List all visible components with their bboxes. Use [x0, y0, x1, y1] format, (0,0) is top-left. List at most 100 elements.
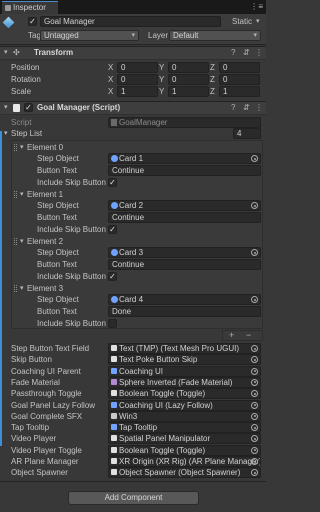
reference-field-value[interactable]: Sphere Inverted (Fade Material)	[108, 376, 261, 388]
step-object-field[interactable]: Card 2	[108, 200, 261, 211]
include-skip-checkbox[interactable]: ✓	[108, 178, 117, 187]
drag-handle-icon[interactable]	[14, 238, 17, 245]
kebab-menu-icon[interactable]: ⋮ ≡	[250, 2, 263, 11]
element-label: Element 1	[27, 190, 64, 199]
scale-z-field[interactable]: 1	[219, 86, 260, 97]
rotation-x-field[interactable]: 0	[117, 74, 158, 85]
step-object-field[interactable]: Card 1	[108, 153, 261, 164]
reference-field-value[interactable]: Coaching UI (Lazy Follow)	[108, 399, 261, 411]
script-foldout-icon[interactable]: ▾	[4, 102, 8, 113]
reference-field-value[interactable]: Tap Tooltip	[108, 422, 261, 434]
help-icon[interactable]: ?	[231, 47, 235, 58]
element-foldout-icon[interactable]: ▾	[20, 283, 24, 294]
audio-icon	[111, 412, 117, 419]
button-text-field[interactable]: Continue	[108, 165, 261, 176]
script-help-icon[interactable]: ?	[231, 102, 235, 113]
add-component-button[interactable]: Add Component	[68, 491, 199, 505]
step-list-label: Step List	[11, 129, 43, 138]
button-text-field[interactable]: Continue	[108, 259, 261, 270]
step-object-field[interactable]: Card 3	[108, 247, 261, 258]
tag-dropdown[interactable]: Untagged	[40, 30, 139, 41]
position-y-field[interactable]: 0	[168, 62, 209, 73]
inspector-icon	[5, 5, 11, 11]
reference-field-value[interactable]: Text (TMP) (Text Mesh Pro UGUI)	[108, 343, 261, 354]
object-picker-icon[interactable]	[251, 378, 258, 386]
reference-field-label: Object Spawner	[11, 468, 68, 478]
include-skip-label: Include Skip Button	[37, 272, 106, 281]
tab-inspector[interactable]: Inspector	[2, 1, 58, 14]
include-skip-label: Include Skip Button	[37, 178, 106, 187]
step-list-size-field[interactable]: 4	[233, 128, 261, 139]
step-object-label: Step Object	[37, 295, 79, 304]
object-picker-icon[interactable]	[251, 458, 258, 465]
script-preset-icon[interactable]: ⇵	[243, 102, 250, 113]
script-enabled-checkbox[interactable]: ✓	[24, 103, 33, 112]
object-picker-icon[interactable]	[251, 296, 258, 303]
position-x-field[interactable]: 0	[117, 62, 158, 73]
list-remove-button[interactable]: −	[246, 330, 251, 341]
rotation-y-field[interactable]: 0	[168, 74, 209, 85]
reference-field-value[interactable]: Coaching UI	[108, 365, 261, 377]
include-skip-checkbox[interactable]	[108, 319, 117, 328]
gameobject-icon	[111, 155, 118, 162]
gameobject-icon	[111, 367, 117, 374]
reference-field-value[interactable]: Object Spawner (Object Spawner)	[108, 467, 261, 479]
element-foldout-icon[interactable]: ▾	[20, 142, 24, 153]
layer-dropdown[interactable]: Default	[169, 30, 261, 41]
rotation-z-field[interactable]: 0	[219, 74, 260, 85]
include-skip-checkbox[interactable]: ✓	[108, 272, 117, 281]
object-picker-icon[interactable]	[251, 367, 258, 375]
scale-x-field[interactable]: 1	[117, 86, 158, 97]
include-skip-checkbox[interactable]: ✓	[108, 225, 117, 234]
step-object-label: Step Object	[37, 201, 79, 210]
static-dropdown-icon[interactable]: ▾	[256, 16, 260, 27]
object-picker-icon[interactable]	[251, 202, 258, 209]
script-title: Goal Manager (Script)	[37, 103, 121, 112]
object-picker-icon[interactable]	[251, 401, 258, 409]
reference-field-value[interactable]: Win3	[108, 410, 261, 422]
reference-field-value[interactable]: Boolean Toggle (Toggle)	[108, 444, 261, 456]
element-label: Element 0	[27, 143, 64, 152]
reference-field-label: Video Player Toggle	[11, 445, 82, 455]
element-foldout-icon[interactable]: ▾	[20, 189, 24, 200]
lazy-follow-icon	[111, 401, 117, 408]
list-add-button[interactable]: +	[229, 330, 234, 341]
button-text-label: Button Text	[37, 166, 77, 175]
reference-field-label: Coaching UI Parent	[11, 366, 81, 376]
transform-foldout-icon[interactable]: ▾	[4, 47, 8, 58]
reference-field-value[interactable]: Spatial Panel Manipulator	[108, 433, 261, 445]
object-picker-icon[interactable]	[251, 155, 258, 162]
tab-inspector-label: Inspector	[13, 3, 46, 12]
transform-title: Transform	[34, 48, 74, 57]
reference-field-value[interactable]: XR Origin (XR Rig) (AR Plane Manager)	[108, 456, 261, 467]
drag-handle-icon[interactable]	[14, 144, 17, 151]
gameobject-name-field[interactable]: Goal Manager	[40, 16, 221, 27]
drag-handle-icon[interactable]	[14, 285, 17, 292]
object-picker-icon[interactable]	[251, 446, 258, 454]
script-reference-field: GoalManager	[108, 117, 261, 128]
preset-icon[interactable]: ⇵	[243, 47, 250, 58]
scale-y-field[interactable]: 1	[168, 86, 209, 97]
element-foldout-icon[interactable]: ▾	[20, 236, 24, 247]
active-checkbox[interactable]: ✓	[28, 17, 37, 26]
component-menu-icon[interactable]: ⋮	[255, 47, 263, 58]
step-list-foldout-icon[interactable]: ▾	[4, 128, 8, 139]
object-picker-icon[interactable]	[251, 249, 258, 256]
element-label: Element 3	[27, 284, 64, 293]
reference-field-label: Passthrough Toggle	[11, 389, 82, 399]
script-menu-icon[interactable]: ⋮	[255, 102, 263, 113]
transform-row-label: Position	[11, 63, 40, 72]
transform-move-icon: ✣	[13, 48, 20, 57]
component-icon	[111, 435, 117, 442]
tag-label: Tag	[28, 31, 41, 40]
position-z-field[interactable]: 0	[219, 62, 260, 73]
button-text-field[interactable]: Continue	[108, 212, 261, 223]
reference-field-value[interactable]: Boolean Toggle (Toggle)	[108, 388, 261, 400]
reference-field-value[interactable]: Text Poke Button Skip	[108, 354, 261, 366]
step-object-field[interactable]: Card 4	[108, 294, 261, 305]
drag-handle-icon[interactable]	[14, 191, 17, 198]
modified-indicator-bar	[0, 131, 2, 446]
object-picker-icon[interactable]	[251, 412, 258, 420]
button-text-field[interactable]: Done	[108, 306, 261, 317]
object-picker-icon[interactable]	[251, 345, 258, 352]
